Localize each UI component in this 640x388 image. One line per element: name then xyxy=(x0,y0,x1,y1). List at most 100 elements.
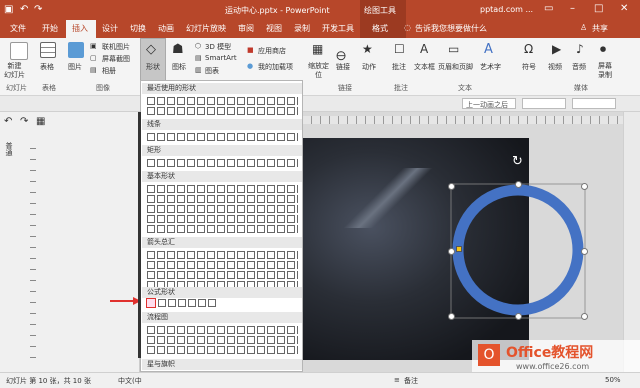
tab-review[interactable]: 审阅 xyxy=(238,23,254,34)
shapes-grid-recent[interactable] xyxy=(146,96,298,116)
tell-me-input[interactable]: 告诉我您想要做什么 xyxy=(415,23,487,34)
action-button[interactable]: 动作 xyxy=(362,62,376,72)
undo-icon[interactable]: ↶ xyxy=(20,4,28,15)
group-label-links: 链接 xyxy=(338,84,352,92)
chart-icon: ▥ xyxy=(195,66,202,74)
undo-small-icon[interactable]: ↶ xyxy=(4,116,12,127)
wordart-button[interactable]: 艺术字 xyxy=(480,62,501,72)
zoom-button[interactable]: 缩放定 位 xyxy=(308,62,329,80)
maximize-icon[interactable]: □ xyxy=(594,3,603,14)
tab-animations[interactable]: 动画 xyxy=(158,23,174,34)
animation-duration-input[interactable] xyxy=(522,98,566,109)
selection-box xyxy=(450,183,586,319)
shapes-grid-basic[interactable] xyxy=(146,184,298,234)
pictures-button[interactable]: 图片 xyxy=(68,62,82,72)
comment-button[interactable]: 批注 xyxy=(392,62,406,72)
shapes-icon: ◇ xyxy=(146,42,156,57)
title-bar: ▣ ↶ ↷ 运动中心.pptx - PowerPoint 绘图工具 pptad.… xyxy=(0,0,640,20)
online-pictures-button[interactable]: 联机图片 xyxy=(102,42,130,52)
my-addins-button[interactable]: 我的加载项 xyxy=(258,62,293,72)
shapes-grid-rect[interactable] xyxy=(146,158,298,168)
donut-circle xyxy=(452,184,584,316)
save-icon[interactable]: ▣ xyxy=(4,4,13,15)
share-icon: ♙ xyxy=(580,23,588,32)
audio-button[interactable]: 音频 xyxy=(572,62,586,72)
group-label-slides: 幻灯片 xyxy=(6,84,27,92)
tab-design[interactable]: 设计 xyxy=(102,23,118,34)
redo-small-icon[interactable]: ↷ xyxy=(20,116,28,127)
resize-handle-tl[interactable] xyxy=(448,183,455,190)
present-icon[interactable]: ▦ xyxy=(36,116,45,127)
slide-thumbnail-pane: ↶ ↷ ▦ 普通 xyxy=(0,112,140,372)
section-rect: 矩形 xyxy=(142,145,302,156)
resize-handle-t[interactable] xyxy=(515,181,522,188)
tab-view[interactable]: 视图 xyxy=(266,23,282,34)
animation-delay-input[interactable] xyxy=(572,98,616,109)
account-name[interactable]: pptad.com ... xyxy=(480,5,533,14)
screenshot-icon: ▢ xyxy=(90,54,97,62)
smartart-button[interactable]: SmartArt xyxy=(205,54,237,62)
office-logo-icon: O xyxy=(478,344,500,366)
ribbon-options-icon[interactable]: ▭ xyxy=(544,3,553,14)
album-button[interactable]: 相册 xyxy=(102,66,116,76)
redo-icon[interactable]: ↷ xyxy=(34,4,42,15)
language-status[interactable]: 中文(中 xyxy=(118,376,142,386)
shapes-grid-arrows[interactable] xyxy=(146,250,298,290)
share-button[interactable]: 共享 xyxy=(592,23,608,34)
action-icon: ★ xyxy=(362,42,373,56)
section-basic: 基本形状 xyxy=(142,171,302,182)
textbox-button[interactable]: 文本框 xyxy=(414,62,435,72)
shapes-grid-equation[interactable] xyxy=(157,298,217,308)
icons-icon: ☗ xyxy=(172,42,184,57)
icons-button[interactable]: 图标 xyxy=(172,62,186,72)
wordart-icon: A xyxy=(484,42,493,57)
textbox-icon: A xyxy=(420,42,429,56)
chart-button[interactable]: 图表 xyxy=(205,66,219,76)
tab-developer[interactable]: 开发工具 xyxy=(322,23,354,34)
plus-shape-highlighted[interactable] xyxy=(146,298,156,308)
screen-rec-button[interactable]: 屏幕 录制 xyxy=(598,62,612,80)
model3d-button[interactable]: 3D 模型 xyxy=(205,42,231,52)
tab-transitions[interactable]: 切换 xyxy=(130,23,146,34)
tab-slideshow[interactable]: 幻灯片放映 xyxy=(186,23,226,34)
rotate-handle-icon[interactable]: ↻ xyxy=(512,154,523,169)
shapes-gallery: 最近使用的形状 线条 矩形 基本形状 箭头总汇 公式形状 流程图 星与旗帜 xyxy=(140,80,303,372)
animation-start-select[interactable]: 上一动画之后 xyxy=(462,98,516,109)
album-icon: ▤ xyxy=(90,66,97,74)
minimize-icon[interactable]: – xyxy=(570,3,575,14)
resize-handle-br[interactable] xyxy=(581,313,588,320)
video-button[interactable]: 视频 xyxy=(548,62,562,72)
resize-handle-r[interactable] xyxy=(581,248,588,255)
tab-insert[interactable]: 插入 xyxy=(72,23,88,34)
header-footer-button[interactable]: 页眉和页脚 xyxy=(438,62,473,72)
tab-record[interactable]: 录制 xyxy=(294,23,310,34)
header-footer-icon: ▭ xyxy=(448,42,460,56)
link-button[interactable]: 链接 xyxy=(336,62,350,72)
vertical-scrollbar[interactable] xyxy=(623,112,640,372)
table-button[interactable]: 表格 xyxy=(40,62,54,72)
ring-shape[interactable] xyxy=(448,180,588,322)
store-icon: ■ xyxy=(247,46,254,54)
close-icon[interactable]: ✕ xyxy=(620,3,628,14)
resize-handle-tr[interactable] xyxy=(581,183,588,190)
section-flowchart: 流程图 xyxy=(142,312,302,323)
symbol-button[interactable]: 符号 xyxy=(522,62,536,72)
drawing-tools-tab: 绘图工具 xyxy=(360,0,406,20)
shapes-grid-lines[interactable] xyxy=(146,132,298,142)
resize-handle-b[interactable] xyxy=(515,313,522,320)
tab-home[interactable]: 开始 xyxy=(42,23,58,34)
tab-format[interactable]: 格式 xyxy=(372,23,388,34)
store-button[interactable]: 应用商店 xyxy=(258,46,286,56)
screenshot-button[interactable]: 屏幕截图 xyxy=(102,54,130,64)
zoom-level[interactable]: 50% xyxy=(605,376,621,384)
resize-handle-bl[interactable] xyxy=(448,313,455,320)
resize-handle-l[interactable] xyxy=(448,248,455,255)
shapes-button[interactable]: 形状 xyxy=(146,62,160,72)
shapes-grid-flowchart[interactable] xyxy=(146,325,298,355)
new-slide-button[interactable]: 新建 幻灯片 xyxy=(4,62,25,80)
section-recent: 最近使用的形状 xyxy=(142,83,302,94)
notes-button[interactable]: 备注 xyxy=(404,376,418,386)
adjust-handle[interactable] xyxy=(456,246,462,252)
tab-file[interactable]: 文件 xyxy=(10,23,26,34)
watermark-url: www.office26.com xyxy=(516,362,590,371)
